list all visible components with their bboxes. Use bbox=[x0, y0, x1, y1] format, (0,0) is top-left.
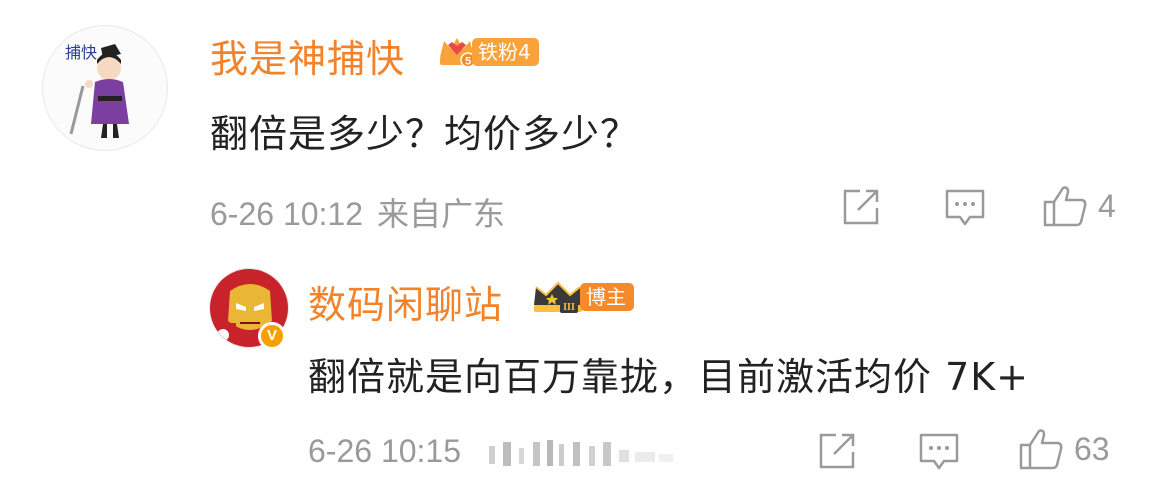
like-icon bbox=[1019, 429, 1063, 470]
comment-location: 来自广东 bbox=[377, 196, 506, 232]
reply-meta: 6-26 10:15 bbox=[308, 433, 461, 470]
like-count: 63 bbox=[1074, 430, 1110, 467]
username[interactable]: 数码闲聊站 bbox=[308, 274, 503, 329]
crown-badge-icon: III bbox=[534, 281, 582, 313]
reply-item: V 数码闲聊站 III 博主 翻倍就是向百万靠拢，目前激活均价 7K+ 6-26… bbox=[0, 250, 1170, 483]
comment-button[interactable] bbox=[918, 432, 960, 472]
svg-text:III: III bbox=[563, 302, 575, 313]
comment-text: 翻倍是多少？均价多少？ bbox=[210, 112, 640, 156]
fan-tag: 铁粉4 bbox=[472, 38, 539, 66]
username[interactable]: 我是神捕快 bbox=[210, 28, 405, 83]
avatar-text: 捕快 bbox=[65, 43, 97, 62]
redacted-location bbox=[489, 440, 673, 466]
like-count: 4 bbox=[1098, 187, 1116, 224]
share-icon bbox=[843, 189, 879, 225]
blogger-badge[interactable]: III 博主 bbox=[530, 281, 634, 313]
share-button[interactable] bbox=[842, 188, 882, 226]
share-icon bbox=[819, 433, 855, 469]
comment-icon bbox=[919, 433, 959, 470]
role-tag: 博主 bbox=[580, 283, 634, 311]
like-button[interactable]: 4 bbox=[1042, 184, 1116, 228]
verified-icon: V bbox=[258, 322, 286, 350]
comment-item: 捕快 我是神捕快 5 铁粉4 翻倍是多少？均价多少？ 6-26 10:12 来自广… bbox=[0, 0, 1170, 250]
comment-icon bbox=[945, 189, 985, 226]
like-icon bbox=[1043, 186, 1087, 227]
svg-text:5: 5 bbox=[465, 56, 471, 68]
comment-date: 6-26 10:12 bbox=[210, 196, 364, 232]
share-button[interactable] bbox=[818, 432, 858, 470]
reply-date: 6-26 10:15 bbox=[308, 433, 462, 469]
comment-button[interactable] bbox=[944, 188, 986, 228]
avatar[interactable]: 捕快 bbox=[42, 25, 168, 151]
comment-meta: 6-26 10:12 来自广东 bbox=[210, 189, 505, 235]
like-button[interactable]: 63 bbox=[1018, 427, 1110, 471]
reply-text: 翻倍就是向百万靠拢，目前激活均价 7K+ bbox=[308, 355, 1030, 399]
fan-badge[interactable]: 5 铁粉4 bbox=[436, 37, 539, 68]
